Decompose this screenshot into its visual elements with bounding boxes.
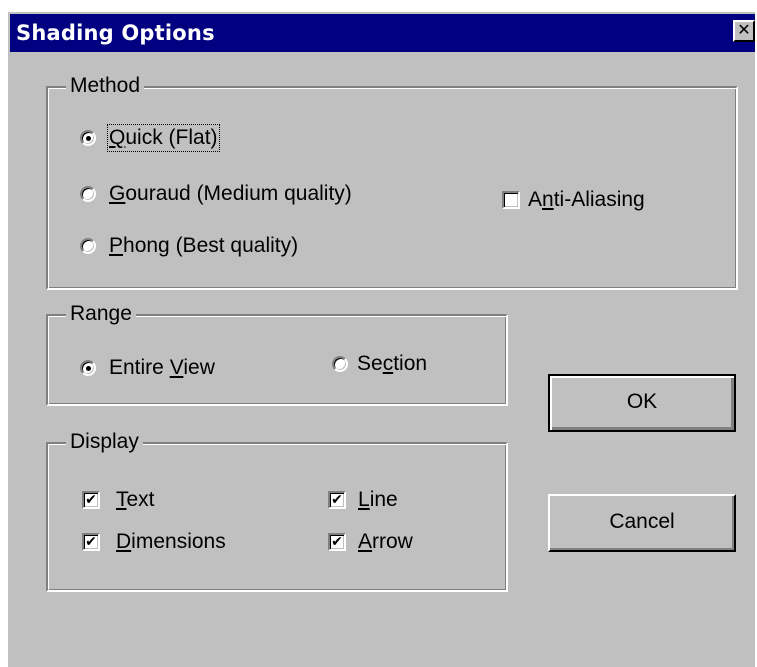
mnemonic-c: c <box>382 352 394 375</box>
method-group-label: Method <box>66 74 145 98</box>
radio-unchecked-icon <box>332 356 348 372</box>
checkbox-dimensions-label: Dimensions <box>116 530 226 554</box>
mnemonic-t: T <box>116 488 127 511</box>
title-bar[interactable]: Shading Options ✕ <box>10 14 755 52</box>
label-rest-rrow: rrow <box>372 530 413 553</box>
label-rest-ext: ext <box>126 488 155 511</box>
mnemonic-q: Q <box>109 126 126 149</box>
mnemonic-a: A <box>358 530 373 553</box>
mnemonic-l: L <box>358 488 370 511</box>
mnemonic-v: V <box>169 356 184 379</box>
label-rest-tion: tion <box>393 352 428 375</box>
checkmark-icon: ✔ <box>328 533 346 551</box>
radio-entire-view-label: Entire View <box>109 356 215 380</box>
range-group-label: Range <box>66 302 136 326</box>
range-group: Range Entire View Section <box>46 302 508 406</box>
checkmark-icon: ✔ <box>82 491 100 509</box>
radio-section-label: Section <box>357 352 427 376</box>
cancel-button[interactable]: Cancel <box>548 494 736 552</box>
label-rest-ine: ine <box>369 488 398 511</box>
close-button[interactable]: ✕ <box>733 20 755 42</box>
label-rest-quick: uick (Flat) <box>125 126 218 149</box>
mnemonic-p: P <box>109 234 124 257</box>
window-title: Shading Options <box>16 21 215 45</box>
radio-unchecked-icon <box>80 238 96 254</box>
checkmark-icon: ✔ <box>82 533 100 551</box>
radio-checked-icon <box>80 130 96 146</box>
shading-options-dialog: Shading Options ✕ Method Quick (Flat) Go… <box>6 10 755 667</box>
label-rest-iew: iew <box>183 356 215 379</box>
mnemonic-g: G <box>109 182 126 205</box>
label-se: Se <box>357 352 383 375</box>
label-rest-imensions: imensions <box>131 530 226 553</box>
mnemonic-d: D <box>116 530 132 553</box>
label-entire: Entire <box>109 356 170 379</box>
label-rest-anti-aliasing: ti-Aliasing <box>553 188 645 211</box>
checkbox-arrow-label: Arrow <box>358 530 413 554</box>
label-a: A <box>528 188 543 211</box>
radio-gouraud-label: Gouraud (Medium quality) <box>109 182 352 206</box>
radio-quick-flat-label: Quick (Flat) <box>107 124 220 152</box>
label-rest-gouraud: ouraud (Medium quality) <box>125 182 352 205</box>
checkbox-anti-aliasing-label: Anti-Aliasing <box>528 188 645 212</box>
checkbox-empty-icon <box>502 191 520 209</box>
display-group-label: Display <box>66 430 143 454</box>
display-group: Display ✔ Text ✔ Line ✔ Dimensions ✔ Arr… <box>46 430 508 592</box>
method-group: Method Quick (Flat) Gouraud (Medium qual… <box>46 74 738 290</box>
checkbox-line-label: Line <box>358 488 398 512</box>
radio-unchecked-icon <box>80 186 96 202</box>
close-icon: ✕ <box>737 20 751 39</box>
mnemonic-n: n <box>542 188 554 211</box>
radio-phong-label: Phong (Best quality) <box>109 234 298 258</box>
checkbox-text-label: Text <box>116 488 155 512</box>
checkmark-icon: ✔ <box>328 491 346 509</box>
radio-checked-icon <box>80 360 96 376</box>
label-rest-phong: hong (Best quality) <box>123 234 299 257</box>
ok-button[interactable]: OK <box>548 374 736 432</box>
